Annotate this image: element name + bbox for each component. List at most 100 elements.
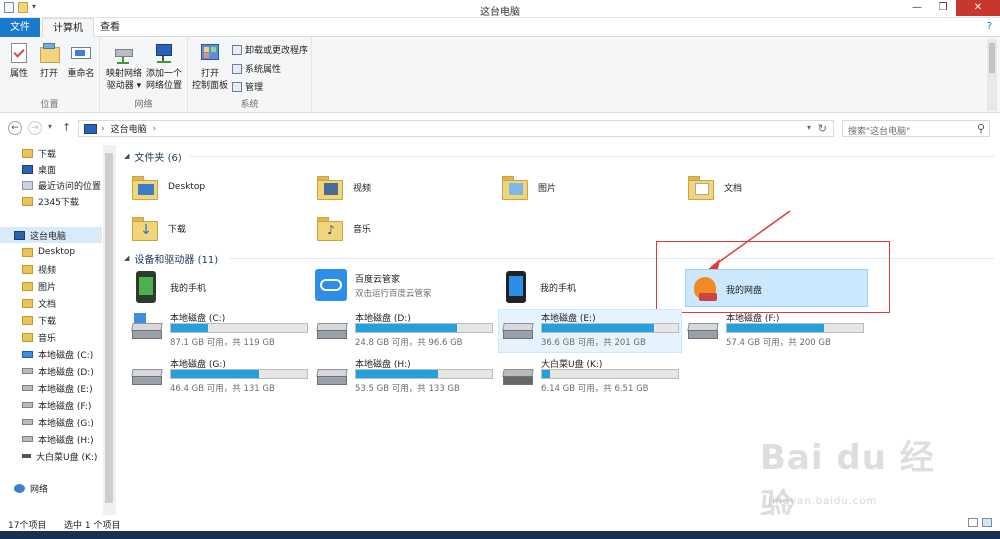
windows-drive-icon <box>130 313 164 341</box>
watermark-url: jingyan.baidu.com <box>768 496 878 507</box>
nav-item-pictures[interactable]: 图片 <box>22 278 56 294</box>
rename-button[interactable]: 重命名 <box>66 41 96 80</box>
nav-scrollbar[interactable] <box>103 145 115 515</box>
up-button[interactable]: ↑ <box>62 121 71 134</box>
minimize-button[interactable]: — <box>904 0 930 16</box>
baidu-cloud-icon <box>315 269 347 301</box>
drive-icon <box>130 365 164 387</box>
drive-usage-bar <box>541 323 679 333</box>
control-panel-label: 打开 控制面板 <box>191 69 228 91</box>
music-folder-icon: ♪ <box>315 213 345 243</box>
ribbon-group-location: 属性 打开 重命名 位置 <box>0 37 100 113</box>
nav-label: 文档 <box>38 299 57 310</box>
folder-item[interactable]: 图片 <box>500 167 660 207</box>
tab-computer[interactable]: 计算机 <box>42 18 94 37</box>
tiles-view-icon[interactable] <box>982 518 992 527</box>
nav-item-documents[interactable]: 文档 <box>22 295 56 311</box>
section-folders-label: 文件夹 (6) <box>134 152 182 164</box>
address-input[interactable]: › 这台电脑 › ▾ ↻ <box>78 120 834 137</box>
device-item[interactable]: 我的手机 <box>130 269 300 305</box>
nav-item-drive-d[interactable]: 本地磁盘 (D:) <box>22 363 94 379</box>
device-label: 我的手机 <box>170 283 207 294</box>
back-button[interactable]: ← <box>8 121 22 135</box>
folder-item[interactable]: Desktop <box>130 167 290 207</box>
nav-item-network[interactable]: 网络 <box>14 480 48 496</box>
map-network-drive-button[interactable]: 映射网络 驱动器 ▾ <box>104 41 144 92</box>
help-icon[interactable]: ? <box>987 21 992 32</box>
device-item-selected[interactable]: 我的网盘 <box>685 269 868 307</box>
ribbon-scrollbar[interactable] <box>987 39 997 111</box>
nav-item-this-pc[interactable]: 这台电脑 <box>0 227 102 243</box>
breadcrumb-this-pc[interactable]: 这台电脑 <box>111 122 147 135</box>
add-network-location-button[interactable]: 添加一个 网络位置 <box>144 41 184 92</box>
search-icon[interactable]: ⚲ <box>977 122 985 135</box>
device-item[interactable]: 我的手机 <box>500 269 670 305</box>
drive-info: 46.4 GB 可用，共 131 GB <box>170 384 275 394</box>
tab-view[interactable]: 查看 <box>90 18 130 37</box>
nav-item-drive-e[interactable]: 本地磁盘 (E:) <box>22 380 93 396</box>
forward-button[interactable]: → <box>28 121 42 135</box>
manage-button[interactable]: 管理 <box>232 80 263 93</box>
open-control-panel-button[interactable]: 打开 控制面板 <box>190 41 230 92</box>
close-button[interactable]: ✕ <box>956 0 1000 16</box>
drive-item[interactable]: 本地磁盘 (D:) 24.8 GB 可用，共 96.6 GB <box>315 311 495 351</box>
search-input[interactable]: 搜索"这台电脑" ⚲ <box>842 120 990 137</box>
folder-item[interactable]: 视频 <box>315 167 475 207</box>
nav-item-drive-f[interactable]: 本地磁盘 (F:) <box>22 397 91 413</box>
maximize-button[interactable]: ❐ <box>930 0 956 16</box>
open-button[interactable]: 打开 <box>36 41 62 80</box>
drive-item[interactable]: 本地磁盘 (C:) 87.1 GB 可用，共 119 GB <box>130 311 310 351</box>
breadcrumb-chevron-icon[interactable]: › <box>153 124 157 134</box>
address-dropdown-icon[interactable]: ▾ <box>807 123 811 132</box>
control-panel-icon <box>199 41 221 65</box>
folder-item[interactable]: 文档 <box>686 167 846 207</box>
drive-item[interactable]: 本地磁盘 (H:) 53.5 GB 可用，共 133 GB <box>315 357 495 397</box>
drive-item[interactable]: 大白菜U盘 (K:) 6.14 GB 可用，共 6.51 GB <box>501 357 681 397</box>
uninstall-button[interactable]: 卸载或更改程序 <box>232 43 308 56</box>
drive-item[interactable]: 本地磁盘 (E:) 36.6 GB 可用，共 201 GB <box>501 311 681 351</box>
search-placeholder: 搜索"这台电脑" <box>848 127 911 137</box>
nav-item-recent[interactable]: 最近访问的位置 <box>22 177 101 193</box>
folder-item[interactable]: ↓ 下载 <box>130 208 290 248</box>
properties-button[interactable]: 属性 <box>6 41 32 80</box>
drive-usage-bar <box>355 369 493 379</box>
nav-item-music[interactable]: 音乐 <box>22 329 56 345</box>
folder-item[interactable]: ♪ 音乐 <box>315 208 475 248</box>
nav-item-desktop[interactable]: Desktop <box>22 244 75 260</box>
nav-label: 本地磁盘 (G:) <box>38 418 94 429</box>
manage-label: 管理 <box>245 83 264 93</box>
nav-item-drive-h[interactable]: 本地磁盘 (H:) <box>22 431 94 447</box>
nav-item-usb-k[interactable]: 大白菜U盘 (K:) <box>22 448 97 464</box>
refresh-icon[interactable]: ↻ <box>818 122 827 135</box>
folder-icon <box>22 315 33 325</box>
pictures-folder-icon <box>500 172 530 202</box>
history-dropdown-icon[interactable]: ▾ <box>48 122 52 131</box>
open-label: 打开 <box>39 69 58 79</box>
tab-file[interactable]: 文件 <box>0 18 40 37</box>
drive-usage-bar <box>170 369 308 379</box>
section-devices-header[interactable]: ◢ 设备和驱动器 (11) <box>124 251 218 266</box>
nav-item-downloads[interactable]: 下载 <box>22 312 56 328</box>
nav-item-desktop-quick[interactable]: 桌面 <box>22 161 56 177</box>
breadcrumb-arrow-icon[interactable]: › <box>101 124 105 134</box>
device-label: 我的网盘 <box>726 286 763 296</box>
details-view-icon[interactable] <box>968 518 978 527</box>
drive-icon <box>686 319 720 341</box>
drive-usage-fill <box>356 324 457 332</box>
drive-item[interactable]: 本地磁盘 (F:) 57.4 GB 可用，共 200 GB <box>686 311 866 351</box>
nav-item-drive-g[interactable]: 本地磁盘 (G:) <box>22 414 94 430</box>
drive-item[interactable]: 本地磁盘 (G:) 46.4 GB 可用，共 131 GB <box>130 357 310 397</box>
usb-drive-icon <box>22 454 31 458</box>
drive-usage-bar <box>726 323 864 333</box>
nav-item-drive-c[interactable]: 本地磁盘 (C:) <box>22 346 93 362</box>
folder-label: 图片 <box>538 183 557 194</box>
downloads-folder-icon: ↓ <box>130 213 160 243</box>
usb-drive-icon <box>501 365 535 387</box>
section-folders-header[interactable]: ◢ 文件夹 (6) <box>124 149 182 164</box>
nav-item-2345-downloads[interactable]: 2345下载 <box>22 193 79 209</box>
device-item[interactable]: 百度云管家 双击运行百度云管家 <box>315 267 495 303</box>
nav-item-videos[interactable]: 视频 <box>22 261 56 277</box>
system-properties-button[interactable]: 系统属性 <box>232 62 281 75</box>
windows-drive-icon <box>22 350 33 358</box>
nav-item-downloads-quick[interactable]: 下载 <box>22 145 56 161</box>
